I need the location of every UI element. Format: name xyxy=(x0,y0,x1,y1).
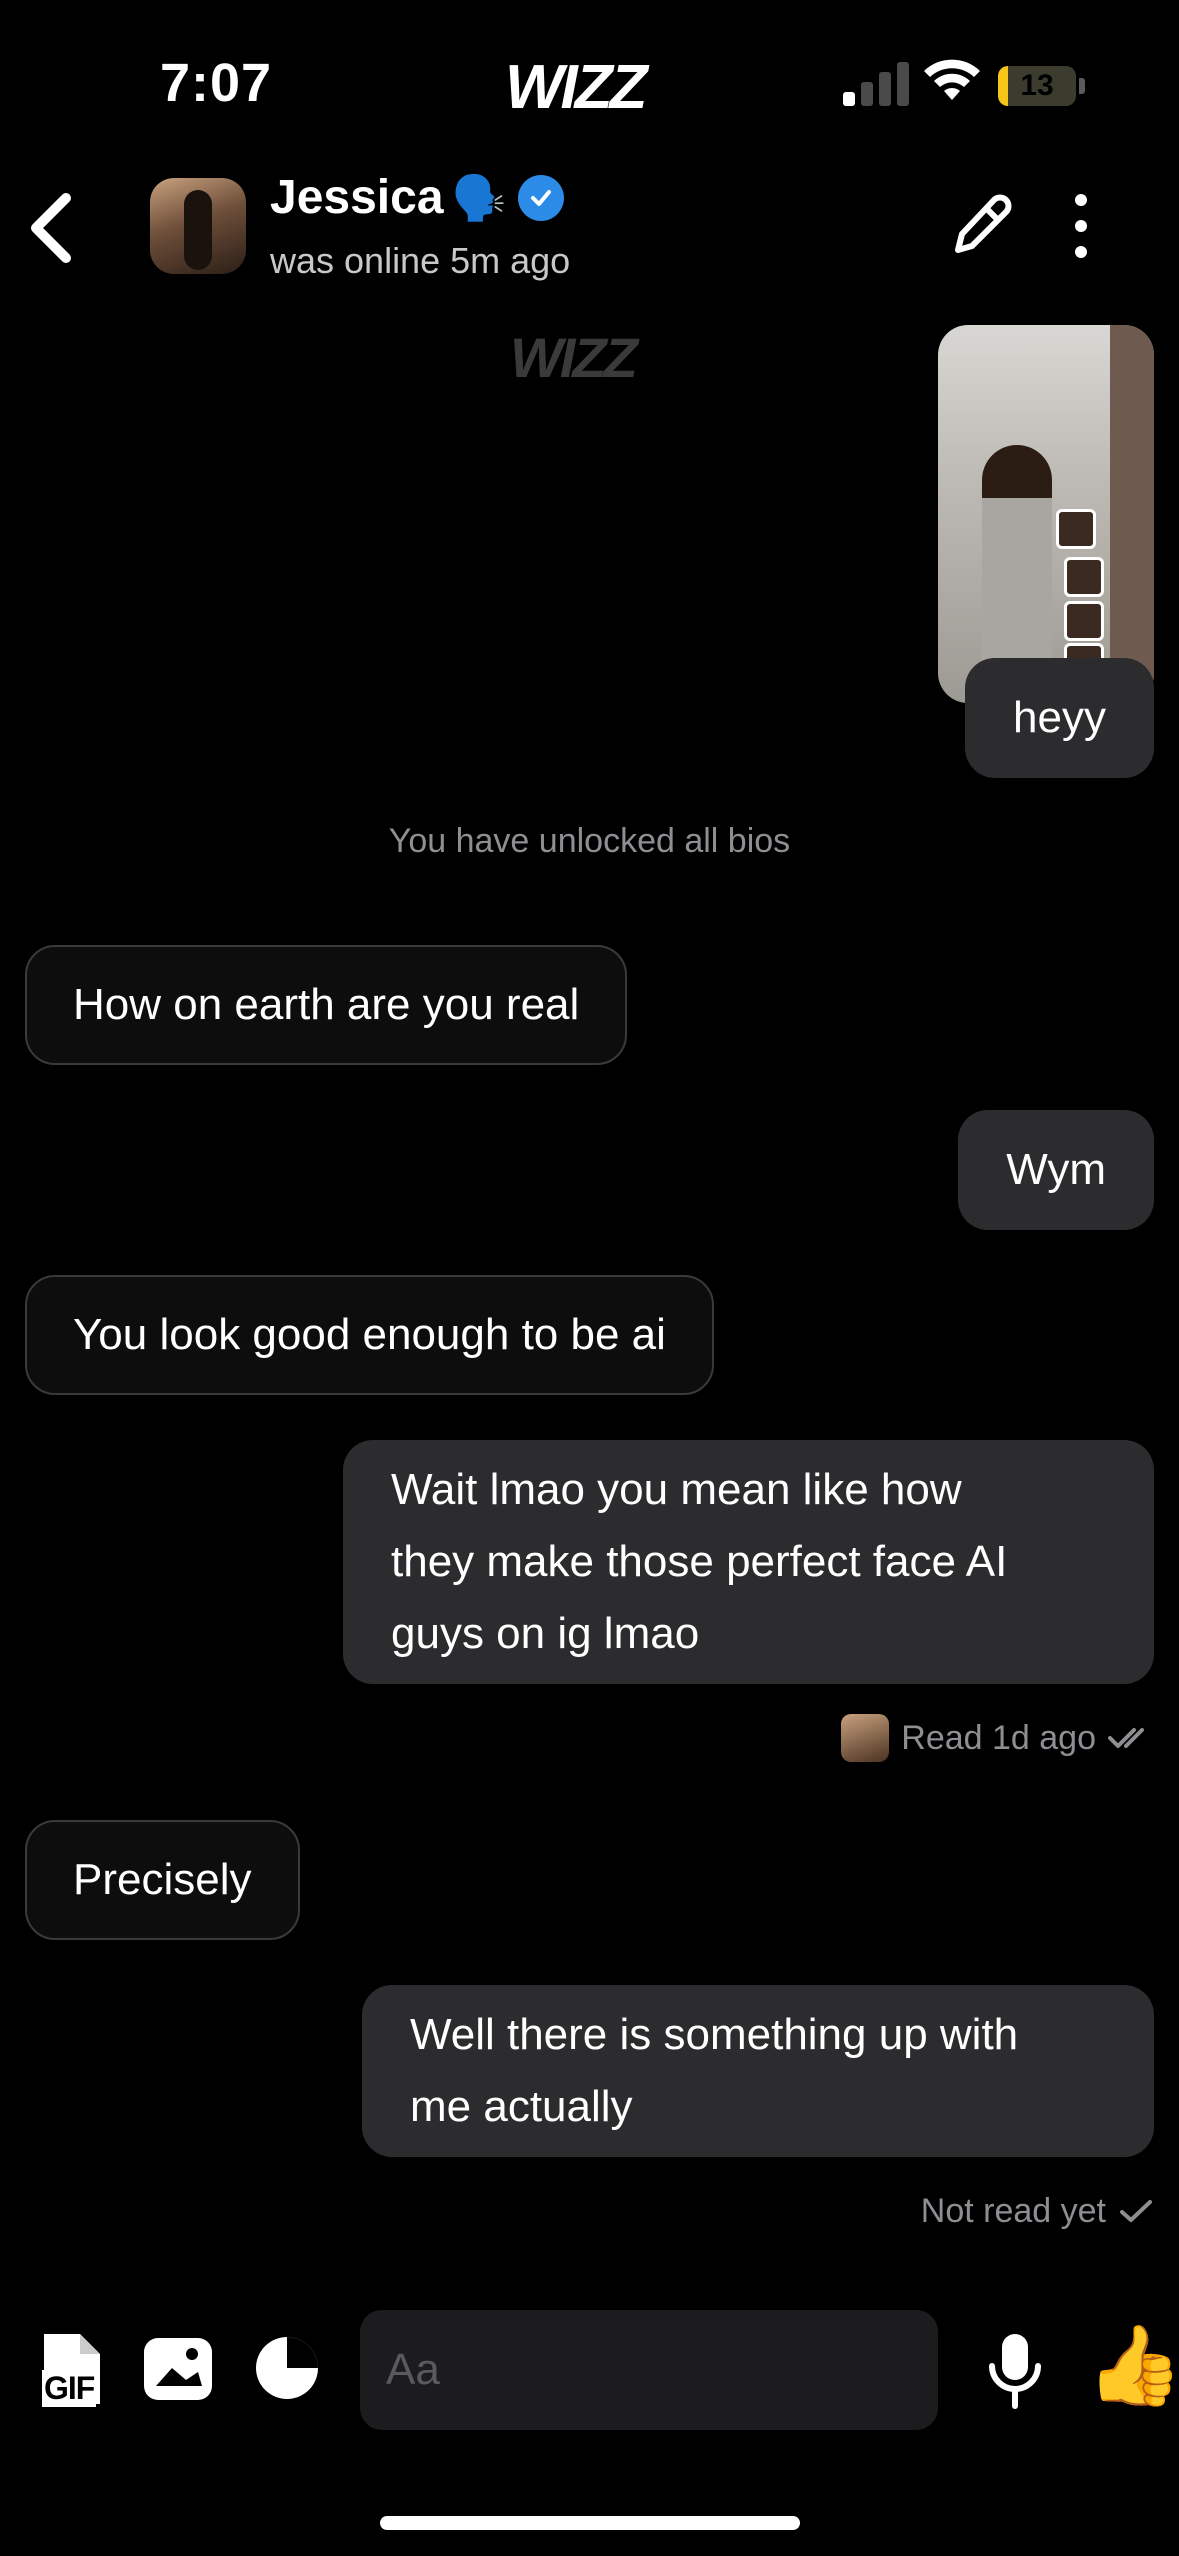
read-receipt-text: Read 1d ago xyxy=(901,1718,1096,1757)
more-vertical-icon[interactable] xyxy=(1066,190,1096,262)
message-bubble-outgoing[interactable]: heyy xyxy=(965,658,1154,778)
battery-tip xyxy=(1079,78,1085,94)
photo-door xyxy=(1110,325,1154,703)
message-line: they make those perfect face AI xyxy=(391,1537,1008,1586)
speaking-head-emoji: 🗣️ xyxy=(451,173,507,223)
battery-indicator: 13 xyxy=(998,66,1076,106)
message-bubble-outgoing[interactable]: Wym xyxy=(958,1110,1154,1230)
message-line: guys on ig lmao xyxy=(391,1609,700,1658)
photo-icon[interactable] xyxy=(142,2336,214,2402)
message-bubble-incoming[interactable]: Precisely xyxy=(25,1820,300,1940)
microphone-icon[interactable] xyxy=(986,2332,1044,2410)
status-time: 7:07 xyxy=(160,53,273,113)
photo-sticker xyxy=(1056,509,1096,549)
verified-badge-icon xyxy=(518,174,565,221)
message-bubble-incoming[interactable]: How on earth are you real xyxy=(25,945,628,1065)
pen-icon[interactable] xyxy=(948,188,1014,260)
contact-name-row[interactable]: Jessica 🗣️ xyxy=(270,170,565,225)
read-receipt: Read 1d ago xyxy=(841,1714,1154,1762)
cellular-signal-icon xyxy=(843,58,915,106)
message-line: me actually xyxy=(410,2082,633,2131)
message-bubble-outgoing[interactable]: Well there is something up with me actua… xyxy=(362,1985,1154,2157)
delivery-receipt: Not read yet xyxy=(921,2192,1154,2231)
online-status: was online 5m ago xyxy=(270,240,571,281)
app-logo: WIZZ xyxy=(505,53,647,122)
photo-person xyxy=(982,445,1052,685)
gif-label: GIF xyxy=(42,2370,97,2407)
message-line: Well there is something up with xyxy=(410,2010,1019,2059)
system-notice: You have unlocked all bios xyxy=(388,822,791,860)
message-input[interactable] xyxy=(360,2310,938,2430)
message-bubble-outgoing[interactable]: Wait lmao you mean like how they make th… xyxy=(343,1440,1154,1684)
contact-avatar[interactable] xyxy=(150,178,246,274)
moon-icon[interactable] xyxy=(254,2335,320,2401)
message-line: Wait lmao you mean like how xyxy=(391,1465,962,1514)
photo-sticker xyxy=(1064,557,1104,597)
message-bubble-incoming[interactable]: You look good enough to be ai xyxy=(25,1275,714,1395)
battery-percent: 13 xyxy=(1020,69,1054,102)
shared-photo[interactable] xyxy=(938,325,1154,703)
check-icon xyxy=(1120,2199,1152,2222)
chat-watermark-logo: WIZZ xyxy=(510,326,638,389)
home-indicator[interactable] xyxy=(380,2516,800,2530)
double-check-icon xyxy=(1108,1728,1144,1748)
thumbs-up-icon[interactable]: 👍 xyxy=(1086,2320,1179,2410)
wifi-icon xyxy=(924,59,980,100)
gif-icon[interactable]: GIF xyxy=(38,2330,106,2408)
contact-name: Jessica xyxy=(270,171,444,224)
photo-sticker xyxy=(1064,601,1104,641)
reader-avatar xyxy=(841,1714,890,1762)
back-chevron-icon[interactable] xyxy=(22,190,78,266)
not-read-text: Not read yet xyxy=(920,2192,1106,2230)
